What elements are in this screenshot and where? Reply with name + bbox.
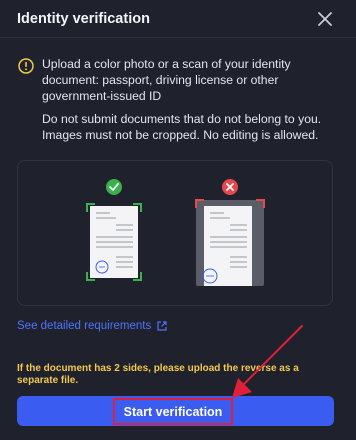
two-sided-note: If the document has 2 sides, please uplo…	[17, 363, 299, 386]
correct-document-example	[86, 179, 142, 281]
dialog-header: Identity verification	[0, 0, 356, 38]
cross-icon	[222, 179, 238, 195]
upload-instructions: Upload a color photo or a scan of your i…	[42, 57, 291, 103]
ownership-warning: Do not submit documents that do not belo…	[42, 112, 322, 142]
incorrect-document-example	[195, 179, 265, 286]
detailed-requirements-link[interactable]: See detailed requirements	[17, 320, 167, 332]
close-icon[interactable]	[316, 10, 334, 28]
check-icon	[106, 179, 122, 195]
external-link-icon	[157, 321, 167, 331]
start-verification-label[interactable]: Start verification	[113, 398, 233, 425]
example-panel	[17, 160, 333, 306]
dialog-title: Identity verification	[17, 11, 150, 27]
identity-verification-dialog: Identity verification Upload a color pho…	[0, 0, 356, 440]
requirements-link-label: See detailed requirements	[17, 320, 152, 332]
warning-icon	[18, 58, 34, 74]
